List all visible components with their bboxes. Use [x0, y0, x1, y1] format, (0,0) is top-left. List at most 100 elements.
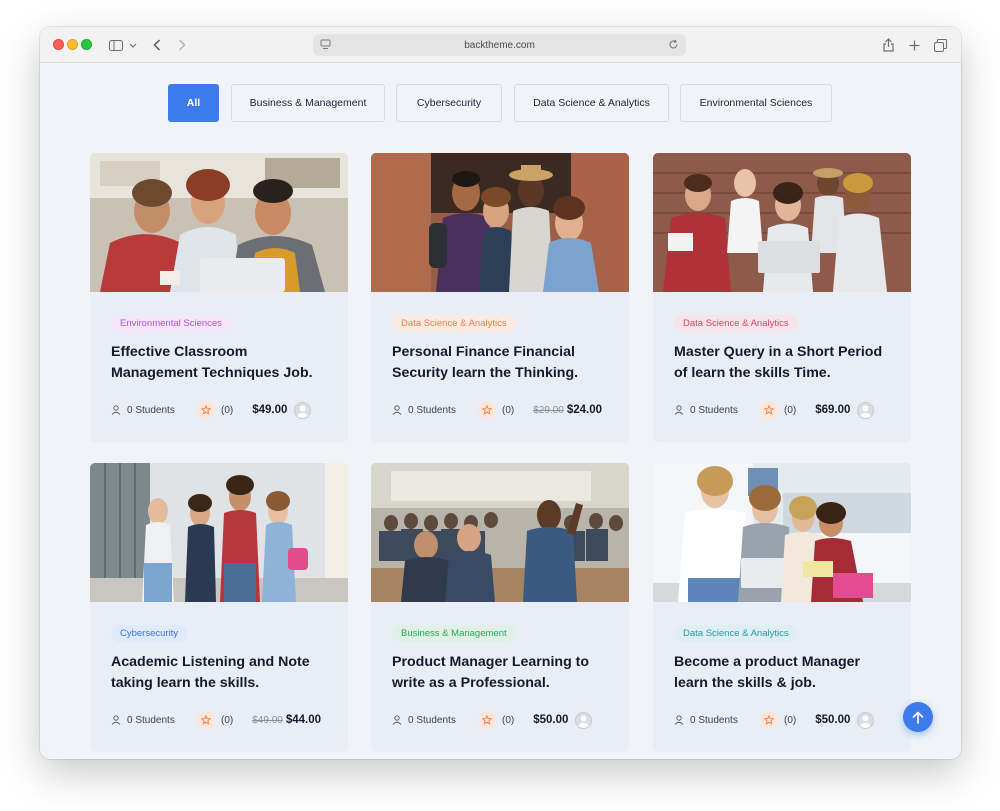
course-title-line: Master Query in a Short Period	[674, 344, 883, 360]
user-icon	[674, 715, 684, 725]
course-title[interactable]: Product Manager Learning to write as a P…	[392, 652, 612, 694]
course-title[interactable]: Personal Finance Financial Security lear…	[392, 342, 612, 384]
star-icon	[197, 711, 215, 729]
instructor-avatar[interactable]	[575, 711, 593, 729]
tab-overview-icon[interactable]	[933, 35, 947, 55]
course-title-line: learn the skills & job.	[674, 675, 816, 691]
reload-icon[interactable]	[668, 39, 679, 53]
share-icon[interactable]	[881, 35, 895, 55]
url-text: backtheme.com	[464, 39, 535, 51]
filter-all[interactable]: All	[168, 84, 219, 122]
course-title-line: Product Manager Learning to	[392, 654, 590, 670]
instructor-avatar[interactable]	[857, 401, 875, 419]
star-icon	[760, 401, 778, 419]
rating-count: (0)	[784, 404, 797, 416]
rating-count: (0)	[502, 404, 515, 416]
course-meta: 0 Students (0) $29.00 $24.00	[392, 401, 612, 419]
course-price: $69.00	[815, 404, 851, 416]
course-title-line: Security learn the Thinking.	[392, 365, 579, 381]
category-tag[interactable]: Data Science & Analytics	[392, 315, 516, 332]
course-title-line: of learn the skills Time.	[674, 365, 831, 381]
course-card[interactable]: Data Science & Analytics Master Query in…	[653, 153, 911, 442]
course-image[interactable]	[653, 463, 911, 602]
category-tag[interactable]: Environmental Sciences	[111, 315, 231, 332]
rating-count: (0)	[784, 714, 797, 726]
star-icon	[197, 401, 215, 419]
close-window-button[interactable]	[53, 39, 64, 50]
course-image[interactable]	[371, 463, 629, 602]
browser-window: backtheme.com All Business & Management …	[40, 27, 961, 759]
rating-count: (0)	[502, 714, 515, 726]
user-icon	[392, 405, 402, 415]
back-arrow-icon[interactable]	[150, 35, 164, 55]
course-title-line: Academic Listening and Note	[111, 654, 310, 670]
course-card[interactable]: Business & Management Product Manager Le…	[371, 463, 629, 752]
course-title[interactable]: Academic Listening and Note taking learn…	[111, 652, 331, 694]
course-title[interactable]: Master Query in a Short Period of learn …	[674, 342, 894, 384]
course-price: $44.00	[285, 714, 322, 726]
minimize-window-button[interactable]	[67, 39, 78, 50]
course-meta: 0 Students (0) $49.00 $44.00	[111, 711, 331, 729]
course-meta: 0 Students (0) $50.00	[674, 711, 894, 729]
filter-business-management[interactable]: Business & Management	[231, 84, 385, 122]
course-card[interactable]: Data Science & Analytics Personal Financ…	[371, 153, 629, 442]
sidebar-toggle-icon[interactable]	[108, 35, 124, 55]
star-icon	[760, 711, 778, 729]
arrow-up-icon	[912, 711, 924, 724]
student-count: 0 Students	[690, 404, 738, 416]
course-card[interactable]: Data Science & Analytics Become a produc…	[653, 463, 911, 752]
filter-data-science[interactable]: Data Science & Analytics	[514, 84, 669, 122]
browser-toolbar: backtheme.com	[40, 27, 961, 63]
category-tag[interactable]: Data Science & Analytics	[674, 625, 798, 642]
user-icon	[111, 715, 121, 725]
page-icon	[320, 39, 331, 53]
star-icon	[478, 401, 496, 419]
course-image[interactable]	[90, 153, 348, 292]
original-price: $49.00	[252, 714, 283, 726]
course-price: $50.00	[815, 714, 851, 726]
scroll-to-top-button[interactable]	[903, 702, 933, 732]
category-tag[interactable]: Business & Management	[392, 625, 516, 642]
course-meta: 0 Students (0) $49.00	[111, 401, 331, 419]
course-title-line: Become a product Manager	[674, 654, 861, 670]
course-title-line: Effective Classroom	[111, 344, 248, 360]
category-tag[interactable]: Data Science & Analytics	[674, 315, 798, 332]
user-icon	[392, 715, 402, 725]
course-image[interactable]	[371, 153, 629, 292]
course-meta: 0 Students (0) $69.00	[674, 401, 894, 419]
course-title-line: taking learn the skills.	[111, 675, 260, 691]
course-title-line: write as a Professional.	[392, 675, 550, 691]
category-tag[interactable]: Cybersecurity	[111, 625, 188, 642]
course-price: $50.00	[533, 714, 569, 726]
student-count: 0 Students	[690, 714, 738, 726]
course-price: $49.00	[252, 404, 288, 416]
course-card[interactable]: Cybersecurity Academic Listening and Not…	[90, 463, 348, 752]
original-price: $29.00	[533, 404, 564, 416]
course-image[interactable]	[653, 153, 911, 292]
course-title[interactable]: Effective Classroom Management Technique…	[111, 342, 331, 384]
chevron-down-icon[interactable]	[128, 35, 138, 55]
forward-arrow-icon[interactable]	[175, 35, 189, 55]
course-title[interactable]: Become a product Manager learn the skill…	[674, 652, 894, 694]
student-count: 0 Students	[408, 404, 456, 416]
user-icon	[111, 405, 121, 415]
address-bar[interactable]: backtheme.com	[313, 34, 686, 56]
course-card[interactable]: Environmental Sciences Effective Classro…	[90, 153, 348, 442]
new-tab-icon[interactable]	[907, 35, 921, 55]
course-meta: 0 Students (0) $50.00	[392, 711, 612, 729]
student-count: 0 Students	[127, 714, 175, 726]
course-image[interactable]	[90, 463, 348, 602]
instructor-avatar[interactable]	[294, 401, 312, 419]
filter-environmental-sciences[interactable]: Environmental Sciences	[680, 84, 832, 122]
course-title-line: Management Techniques Job.	[111, 365, 313, 381]
student-count: 0 Students	[127, 404, 175, 416]
zoom-window-button[interactable]	[81, 39, 92, 50]
star-icon	[478, 711, 496, 729]
instructor-avatar[interactable]	[857, 711, 875, 729]
filter-cybersecurity[interactable]: Cybersecurity	[396, 84, 502, 122]
user-icon	[674, 405, 684, 415]
rating-count: (0)	[221, 714, 234, 726]
category-filter-bar: All Business & Management Cybersecurity …	[40, 84, 961, 122]
course-title-line: Personal Finance Financial	[392, 344, 575, 360]
rating-count: (0)	[221, 404, 234, 416]
